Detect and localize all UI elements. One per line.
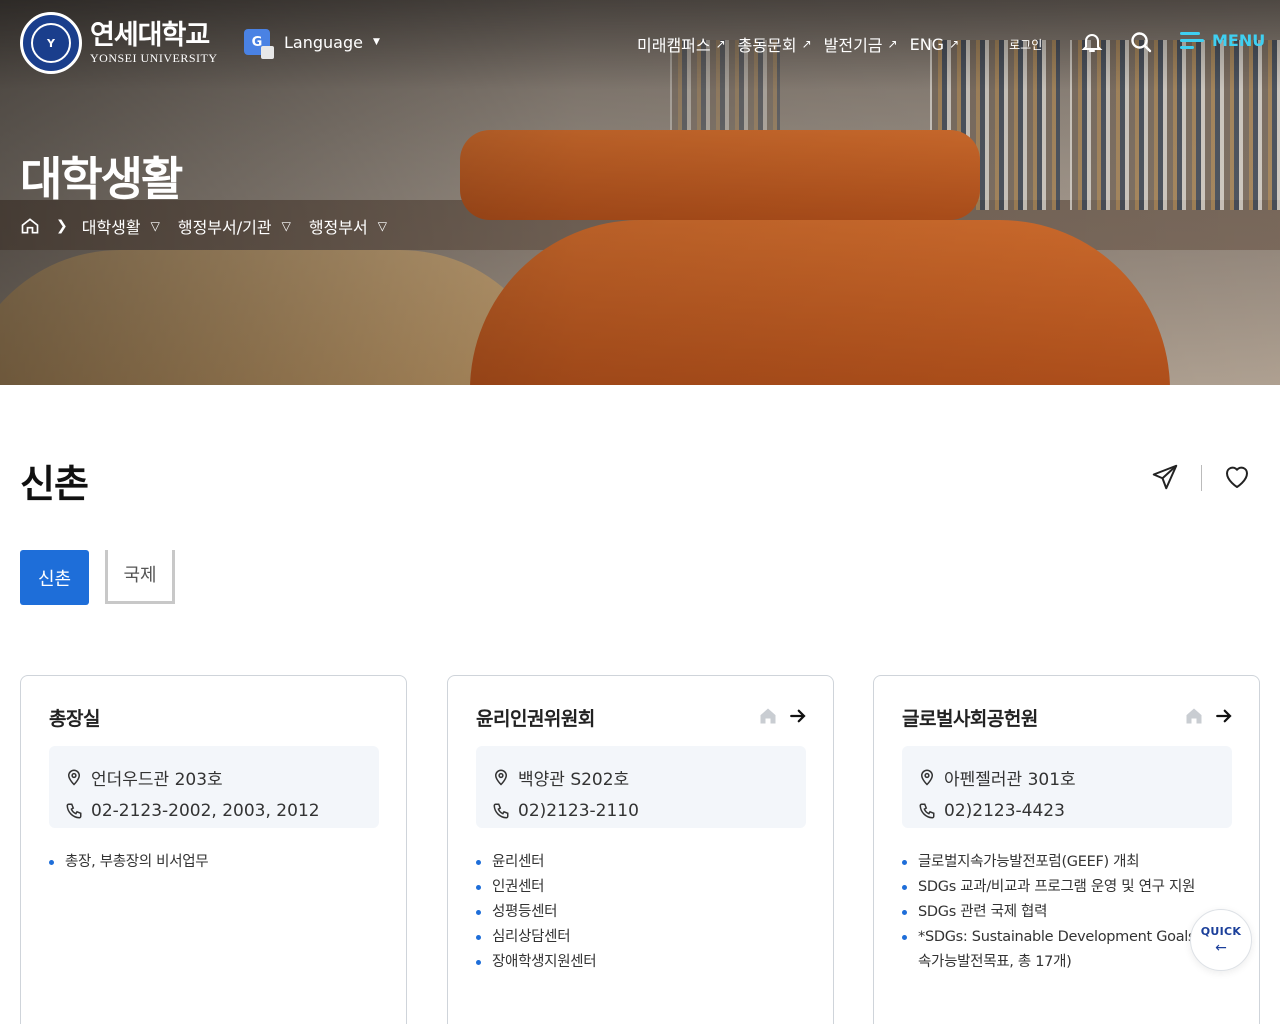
card-duties: 윤리센터 인권센터 성평등센터 심리상담센터 장애학생지원센터	[476, 850, 796, 975]
site-logo[interactable]: Y 연세대학교 YONSEI UNIVERSITY	[20, 12, 218, 74]
top-nav: 미래캠퍼스 ↗ 총동문회 ↗ 발전기금 ↗ ENG ↗ 로그인	[637, 32, 1042, 56]
list-item: 총장, 부총장의 비서업무	[49, 850, 369, 875]
card-location: 아펜젤러관 301호	[918, 760, 1232, 794]
home-icon[interactable]	[20, 216, 40, 236]
external-link-icon: ↗	[887, 37, 898, 51]
tab-label: 국제	[123, 564, 157, 586]
office-card: 윤리인권위원회 백양관 S202호 02)2123-2110 윤리센터 인권센터…	[447, 675, 834, 1024]
card-contact: 백양관 S202호 02)2123-2110	[476, 746, 806, 828]
card-title: 총장실	[49, 708, 100, 730]
heart-icon[interactable]	[1222, 462, 1252, 492]
chevron-down-icon: ▽	[281, 219, 291, 233]
card-phone: 02-2123-2002, 2003, 2012	[65, 794, 379, 828]
tab-international[interactable]: 국제	[105, 550, 175, 604]
breadcrumb: ❯ 대학생활 ▽ 행정부서/기관 ▽ 행정부서 ▽	[20, 214, 405, 238]
chevron-down-icon: ▽	[150, 219, 160, 233]
external-link-icon: ↗	[949, 37, 960, 51]
card-title: 글로벌사회공헌원	[902, 708, 1038, 730]
phone-icon	[66, 803, 82, 819]
list-item: SDGs 관련 국제 협력	[902, 900, 1222, 925]
list-item: 심리상담센터	[476, 925, 796, 950]
arrow-left-icon: ←	[1215, 939, 1227, 956]
list-item: 장애학생지원센터	[476, 950, 796, 975]
home-icon[interactable]	[758, 706, 778, 726]
menu-button[interactable]: MENU	[1180, 30, 1265, 50]
arrow-right-icon[interactable]	[789, 707, 807, 725]
card-contact: 아펜젤러관 301호 02)2123-4423	[902, 746, 1232, 828]
university-seal-icon: Y	[20, 12, 82, 74]
nav-link-eng[interactable]: ENG ↗	[910, 35, 960, 54]
home-icon[interactable]	[1184, 706, 1204, 726]
card-phone: 02)2123-4423	[918, 794, 1232, 828]
card-location: 언더우드관 203호	[65, 760, 379, 794]
bell-icon[interactable]	[1080, 30, 1104, 54]
card-title: 윤리인권위원회	[476, 708, 595, 730]
menu-label: MENU	[1212, 30, 1266, 50]
phone-icon	[493, 803, 509, 819]
login-link[interactable]: 로그인	[1009, 36, 1042, 53]
breadcrumb-dropdown-2[interactable]: 행정부서/기관 ▽	[178, 214, 291, 238]
share-icon[interactable]	[1150, 462, 1180, 492]
page-title: 신촌	[20, 462, 89, 506]
search-icon[interactable]	[1129, 30, 1153, 54]
hero-title: 대학생활	[20, 152, 183, 206]
list-item: 글로벌지속가능발전포럼(GEEF) 개최	[902, 850, 1222, 875]
card-location-text: 백양관 S202호	[518, 769, 630, 790]
card-phone-text: 02)2123-4423	[944, 801, 1065, 821]
nav-link-label: ENG	[909, 34, 945, 54]
tab-sinchon[interactable]: 신촌	[20, 550, 89, 605]
breadcrumb-label: 행정부서/기관	[177, 218, 272, 237]
breadcrumb-label: 행정부서	[308, 218, 368, 237]
map-pin-icon	[67, 769, 81, 786]
breadcrumb-label: 대학생활	[81, 218, 141, 237]
list-item: 성평등센터	[476, 900, 796, 925]
language-selector[interactable]: G Language ▼	[244, 29, 380, 59]
quick-menu-button[interactable]: QUICK ←	[1190, 909, 1252, 971]
map-pin-icon	[494, 769, 508, 786]
card-phone-text: 02)2123-2110	[518, 801, 639, 821]
language-label: Language	[284, 32, 363, 52]
nav-link-alumni[interactable]: 총동문회 ↗	[738, 32, 812, 56]
list-item: 인권센터	[476, 875, 796, 900]
quick-label: QUICK	[1200, 924, 1242, 938]
card-phone: 02)2123-2110	[492, 794, 806, 828]
google-translate-icon: G	[244, 29, 274, 59]
phone-icon	[919, 803, 935, 819]
breadcrumb-dropdown-1[interactable]: 대학생활 ▽	[82, 214, 160, 238]
list-item: SDGs 교과/비교과 프로그램 운영 및 연구 지원	[902, 875, 1222, 900]
card-contact: 언더우드관 203호 02-2123-2002, 2003, 2012	[49, 746, 379, 828]
list-item: *SDGs: Sustainable Development Goals(지속가…	[902, 925, 1222, 975]
nav-link-label: 총동문회	[737, 36, 797, 55]
card-phone-text: 02-2123-2002, 2003, 2012	[91, 801, 320, 821]
breadcrumb-dropdown-3[interactable]: 행정부서 ▽	[309, 214, 387, 238]
office-card: 총장실 언더우드관 203호 02-2123-2002, 2003, 2012 …	[20, 675, 407, 1024]
nav-link-label: 미래캠퍼스	[637, 36, 711, 55]
nav-link-fund[interactable]: 발전기금 ↗	[824, 32, 898, 56]
list-item: 윤리센터	[476, 850, 796, 875]
caret-down-icon: ▼	[372, 37, 380, 47]
logo-text: 연세대학교 YONSEI UNIVERSITY	[90, 19, 218, 66]
card-location-text: 아펜젤러관 301호	[944, 769, 1076, 790]
nav-link-mirae[interactable]: 미래캠퍼스 ↗	[637, 32, 726, 56]
chevron-right-icon: ❯	[56, 218, 68, 234]
map-pin-icon	[920, 769, 934, 786]
card-location: 백양관 S202호	[492, 760, 806, 794]
card-duties: 글로벌지속가능발전포럼(GEEF) 개최 SDGs 교과/비교과 프로그램 운영…	[902, 850, 1222, 975]
action-divider	[1201, 465, 1202, 491]
card-duties: 총장, 부총장의 비서업무	[49, 850, 369, 875]
logo-english: YONSEI UNIVERSITY	[90, 50, 218, 65]
arrow-right-icon[interactable]	[1215, 707, 1233, 725]
office-card: 글로벌사회공헌원 아펜젤러관 301호 02)2123-4423 글로벌지속가능…	[873, 675, 1260, 1024]
card-location-text: 언더우드관 203호	[91, 769, 223, 790]
nav-link-label: 발전기금	[823, 36, 883, 55]
external-link-icon: ↗	[801, 37, 812, 51]
hamburger-icon	[1180, 30, 1204, 50]
external-link-icon: ↗	[715, 37, 726, 51]
chevron-down-icon: ▽	[377, 219, 387, 233]
logo-korean: 연세대학교	[90, 19, 210, 51]
